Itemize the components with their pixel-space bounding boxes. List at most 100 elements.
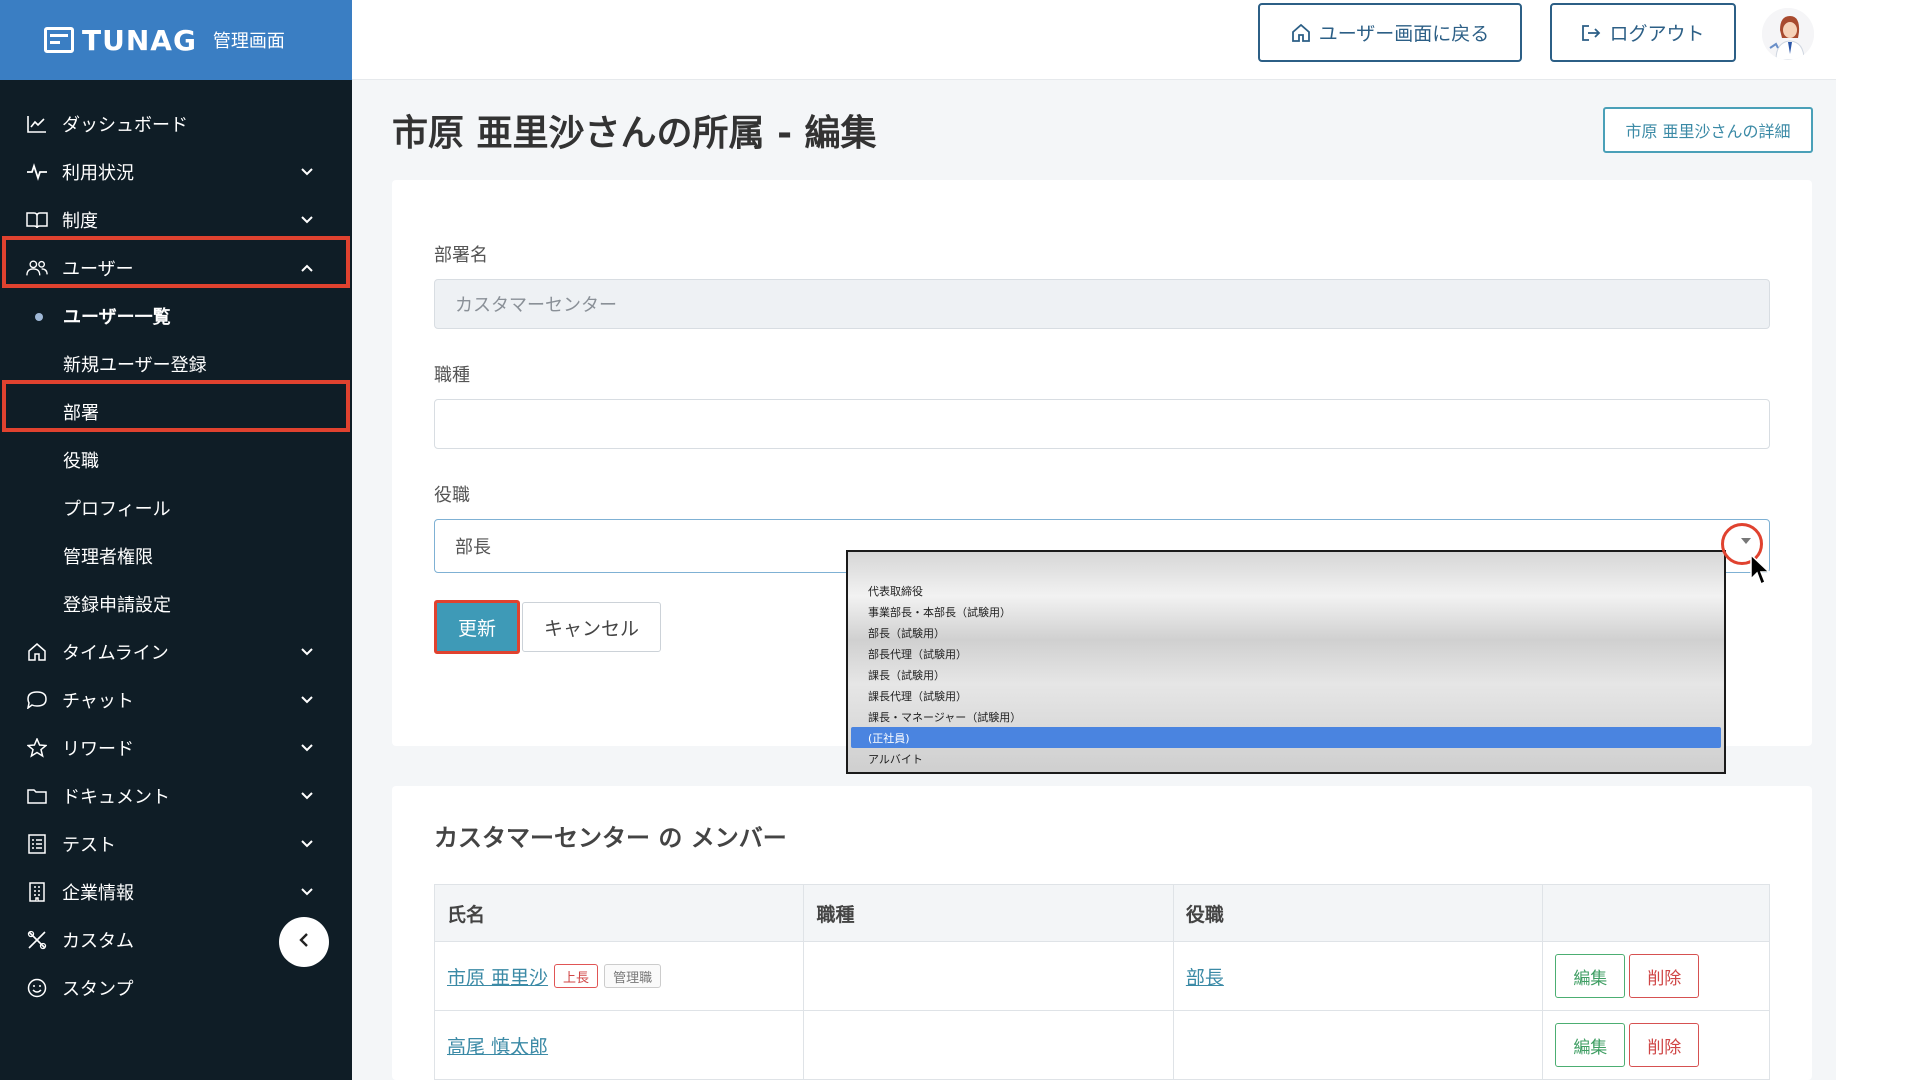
sidebar-item-document[interactable]: ドキュメント [0,772,352,820]
department-value: カスタマーセンター [455,295,617,316]
sidebar-item-usage[interactable]: 利用状況 [0,148,352,196]
dropdown-option[interactable]: アルバイト [848,748,1724,769]
submenu-admin-permissions[interactable]: 管理者権限 [0,532,352,580]
logout-button[interactable]: ログアウト [1550,3,1736,62]
column-header-name: 氏名 [435,885,805,941]
delete-member-button[interactable]: 削除 [1629,1023,1700,1067]
chevron-down-icon [300,213,314,227]
members-section-title: カスタマーセンター の メンバー [434,824,787,852]
dropdown-option[interactable]: 課長・マネージャー（試験用） [848,706,1724,727]
delete-member-button[interactable]: 削除 [1629,954,1700,998]
submenu-registration-settings[interactable]: 登録申請設定 [0,580,352,628]
department-label: 部署名 [434,245,488,266]
sidebar-item-label: 制度 [62,211,98,232]
user-detail-button[interactable]: 市原 亜里沙さんの詳細 [1603,107,1813,153]
chart-line-icon [26,113,48,135]
home-icon [1291,23,1311,42]
back-to-user-label: ユーザー画面に戻る [1318,23,1490,45]
member-position-cell [1174,1011,1544,1079]
submenu-label: 新規ユーザー登録 [63,355,207,376]
sidebar-item-test[interactable]: テスト [0,820,352,868]
edit-member-button[interactable]: 編集 [1555,954,1626,998]
submenu-profile[interactable]: プロフィール [0,484,352,532]
sidebar-item-label: 企業情報 [62,883,134,904]
dropdown-option[interactable]: 部長（試験用） [848,622,1724,643]
boss-badge: 上長 [554,964,599,988]
sidebar-collapse-button[interactable] [279,917,329,967]
smile-icon [26,977,48,999]
chevron-down-icon [300,741,314,755]
chevron-down-icon [300,645,314,659]
folder-icon [26,785,48,807]
top-header: ユーザー画面に戻る ログアウト [352,0,1836,80]
member-name-link[interactable]: 高尾 慎太郎 [447,1032,548,1059]
brand-name: TUNAG [82,23,197,57]
logout-label: ログアウト [1609,23,1705,45]
sidebar-item-dashboard[interactable]: ダッシュボード [0,100,352,148]
dropdown-option[interactable]: 部長代理（試験用） [848,643,1724,664]
sidebar-item-timeline[interactable]: タイムライン [0,628,352,676]
chevron-down-icon [300,165,314,179]
position-label: 役職 [434,485,470,506]
member-position-link[interactable]: 部長 [1186,963,1224,990]
avatar[interactable] [1762,8,1814,60]
building-icon [26,881,48,903]
sidebar-item-company-info[interactable]: 企業情報 [0,868,352,916]
submenu-label: 登録申請設定 [63,595,171,616]
chevron-down-icon [300,837,314,851]
cancel-button[interactable]: キャンセル [522,602,661,652]
member-job-type-cell [804,942,1174,1010]
sidebar-item-reward[interactable]: リワード [0,724,352,772]
column-header-job-type: 職種 [804,885,1174,941]
position-dropdown-list: 代表取締役 事業部長・本部長（試験用） 部長（試験用） 部長代理（試験用） 課長… [846,550,1726,774]
sidebar-item-label: ダッシュボード [62,115,188,136]
dropdown-option[interactable]: 代表取締役 [848,580,1724,601]
edit-member-button[interactable]: 編集 [1555,1023,1626,1067]
dropdown-option[interactable]: 事業部長・本部長（試験用） [848,601,1724,622]
sidebar-item-chat[interactable]: チャット [0,676,352,724]
brand-header[interactable]: TUNAG 管理画面 [0,0,352,80]
book-icon [26,209,48,231]
sidebar-item-label: テスト [62,835,116,856]
tools-icon [26,929,48,951]
job-type-label: 職種 [434,365,470,386]
submenu-position[interactable]: 役職 [0,436,352,484]
position-select-value: 部長 [455,537,491,558]
mouse-cursor-icon [1749,553,1773,591]
update-button[interactable]: 更新 [434,600,520,654]
members-table: 氏名 職種 役職 市原 亜里沙 上長 管理職 部長 編集 削除 高尾 慎太郎 編… [434,884,1770,1080]
sidebar-item-label: ドキュメント [62,787,170,808]
department-field: カスタマーセンター [434,279,1770,329]
member-position-cell: 部長 [1174,942,1544,1010]
dropdown-option-selected[interactable]: (正社員) [851,727,1721,748]
submenu-label: プロフィール [63,499,171,520]
chevron-left-icon [298,932,310,952]
sidebar-item-stamp[interactable]: スタンプ [0,964,352,1012]
dropdown-option[interactable]: 課長（試験用） [848,664,1724,685]
sidebar-item-label: 利用状況 [62,163,134,184]
member-name-cell: 市原 亜里沙 上長 管理職 [435,942,805,1010]
member-job-type-cell [804,1011,1174,1079]
checklist-icon [26,833,48,855]
job-type-field[interactable] [434,399,1770,449]
chevron-down-icon [300,693,314,707]
sidebar-item-label: タイムライン [62,643,169,664]
chevron-down-icon [300,885,314,899]
sidebar-item-label: リワード [62,739,134,760]
sidebar-item-label: スタンプ [62,979,134,1000]
star-icon [26,737,48,759]
table-row: 高尾 慎太郎 編集 削除 [435,1011,1769,1080]
activity-icon [26,161,48,183]
chevron-down-icon [300,789,314,803]
member-actions-cell: 編集 削除 [1543,942,1769,1010]
dropdown-option[interactable]: 課長代理（試験用） [848,685,1724,706]
tunag-logo-icon [44,27,74,53]
member-name-link[interactable]: 市原 亜里沙 [447,963,548,990]
submenu-label: 役職 [63,451,99,472]
page-title: 市原 亜里沙さんの所属 - 編集 [392,113,877,154]
submenu-user-list[interactable]: ユーザー一覧 [0,292,352,340]
submenu-label: 管理者権限 [63,547,153,568]
back-to-user-screen-button[interactable]: ユーザー画面に戻る [1258,3,1522,62]
table-row: 市原 亜里沙 上長 管理職 部長 編集 削除 [435,942,1769,1011]
right-margin [1836,0,1920,1080]
